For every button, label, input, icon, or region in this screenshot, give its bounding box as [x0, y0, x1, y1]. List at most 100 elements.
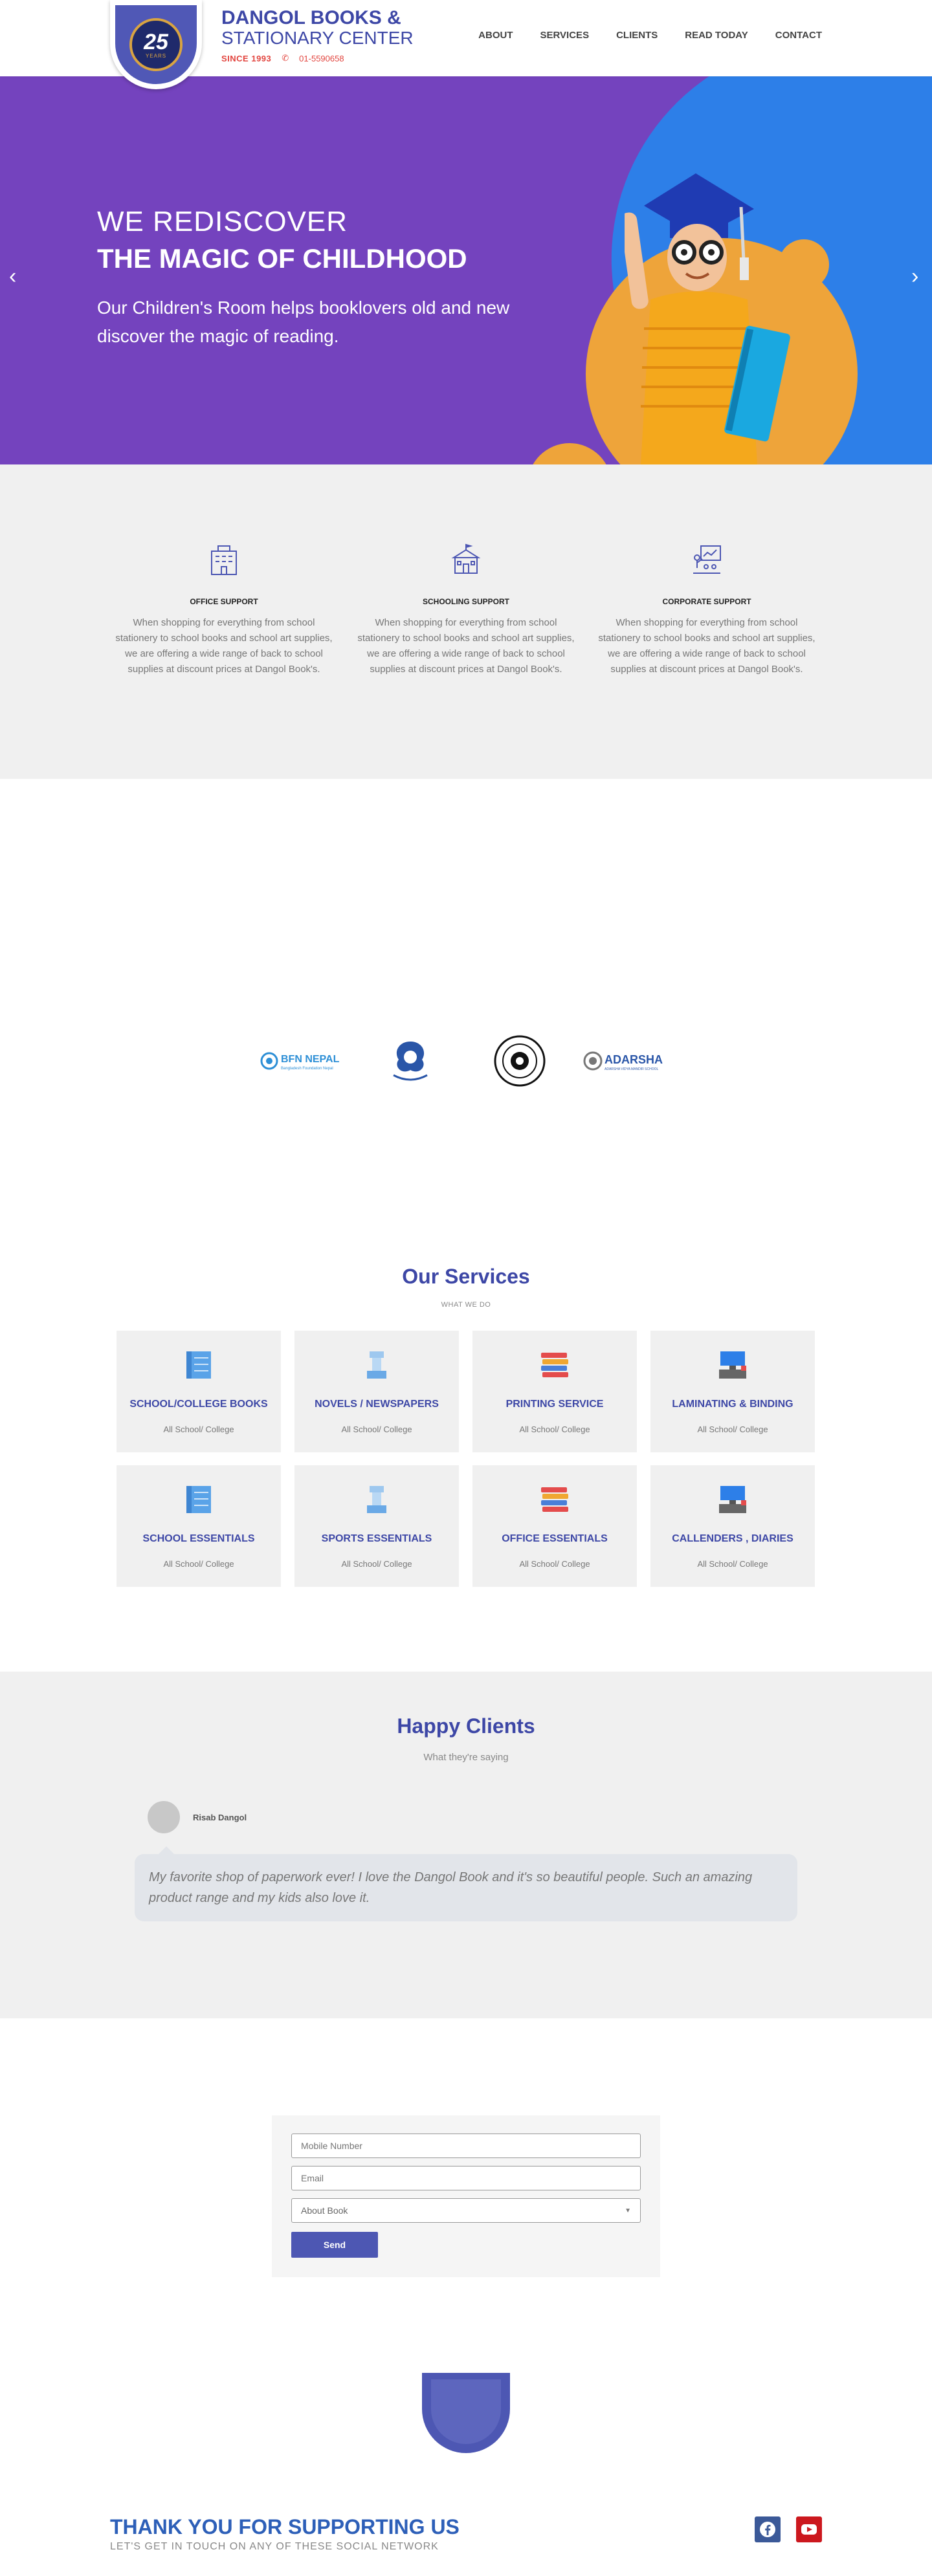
clients-subtitle: What they're saying [423, 1752, 509, 1763]
slider-next-icon[interactable]: › [911, 264, 918, 289]
service-card[interactable]: SCHOOL/COLLEGE BOOKS All School/ College [116, 1331, 281, 1452]
hero-orange-bottom [527, 443, 612, 464]
client-name: Risab Dangol [193, 1813, 247, 1822]
since-label: SINCE 1993 [221, 53, 272, 63]
service-text: All School/ College [341, 1424, 412, 1434]
facebook-button[interactable] [755, 2516, 781, 2542]
footer-shield-inner [431, 2379, 501, 2444]
partner-name: ADARSHA [605, 1053, 663, 1066]
chevron-down-icon: ▼ [625, 2207, 631, 2214]
chess-rook-icon [367, 1351, 386, 1379]
service-card[interactable]: SCHOOL ESSENTIALS All School/ College [116, 1465, 281, 1587]
logo[interactable]: 25 YEARS [110, 0, 202, 89]
computer-desk-icon [719, 1351, 746, 1379]
service-card[interactable]: PRINTING SERVICE All School/ College [472, 1331, 637, 1452]
book-stack-icon [186, 1486, 211, 1513]
feature-office-support: OFFICE SUPPORT When shopping for everyth… [114, 542, 334, 677]
feature-title: CORPORATE SUPPORT [662, 597, 751, 606]
partner-emblem-icon [393, 1042, 428, 1081]
avatar [148, 1801, 180, 1833]
service-text: All School/ College [519, 1424, 590, 1434]
service-text: All School/ College [697, 1424, 768, 1434]
nav-services[interactable]: SERVICES [540, 30, 589, 41]
color-books-icon [541, 1487, 568, 1512]
service-title: SCHOOL ESSENTIALS [142, 1533, 255, 1544]
brand: DANGOL BOOKS & STATIONARY CENTER SINCE 1… [221, 8, 414, 63]
nav-clients[interactable]: CLIENTS [616, 30, 658, 41]
feature-corporate-support: CORPORATE SUPPORT When shopping for ever… [597, 542, 817, 677]
hero-heading-line1: WE REDISCOVER [97, 206, 348, 237]
send-button[interactable]: Send [291, 2232, 378, 2258]
support-section: OFFICE SUPPORT When shopping for everyth… [0, 464, 932, 779]
service-text: All School/ College [163, 1559, 234, 1569]
logo-caption: YEARS [145, 52, 167, 59]
about-select[interactable]: About Book ▼ [291, 2198, 641, 2223]
partner-logo-3[interactable] [491, 1035, 549, 1087]
service-title: SCHOOL/COLLEGE BOOKS [129, 1399, 268, 1410]
services-subtitle: WHAT WE DO [441, 1301, 491, 1309]
partner-logo-bfn[interactable]: BFN NEPAL Bangladesh Foundation Nepal [259, 1035, 350, 1087]
phone-icon: ✆ [282, 53, 289, 63]
partner-logo-2[interactable] [384, 1035, 436, 1087]
partner-seal-icon [494, 1035, 546, 1087]
partner-logo-adarsha[interactable]: ADARSHA ADARSHA VIDYA MANDIR SCHOOL [582, 1035, 673, 1087]
nav-read-today[interactable]: READ TODAY [685, 30, 748, 41]
testimonial-quote: My favorite shop of paperwork ever! I lo… [135, 1854, 797, 1921]
bfn-logo-icon: BFN NEPAL Bangladesh Foundation Nepal [260, 1052, 340, 1071]
nav-contact[interactable]: CONTACT [775, 30, 822, 41]
adarsha-logo-icon: ADARSHA ADARSHA VIDYA MANDIR SCHOOL [583, 1051, 663, 1071]
service-title: NOVELS / NEWSPAPERS [315, 1399, 439, 1410]
chess-rook-icon [367, 1486, 386, 1513]
services-title: Our Services [402, 1265, 530, 1288]
hero-description: Our Children's Room helps booklovers old… [97, 298, 510, 346]
slider-prev-icon[interactable]: ‹ [9, 264, 16, 289]
footer-title: THANK YOU FOR SUPPORTING US [110, 2515, 460, 2538]
feature-title: OFFICE SUPPORT [190, 597, 258, 606]
footer-subtitle: LET'S GET IN TOUCH ON ANY OF THESE SOCIA… [110, 2541, 439, 2552]
facebook-icon [760, 2522, 775, 2537]
brand-title: DANGOL BOOKS & [221, 7, 401, 28]
presentation-board-icon [693, 545, 721, 574]
service-title: PRINTING SERVICE [505, 1399, 604, 1410]
service-text: All School/ College [163, 1424, 234, 1434]
service-title: SPORTS ESSENTIALS [321, 1533, 432, 1544]
service-card[interactable]: NOVELS / NEWSPAPERS All School/ College [294, 1331, 459, 1452]
logo-badge: 25 YEARS [129, 18, 183, 71]
service-text: All School/ College [519, 1559, 590, 1569]
footer-logo-shield [422, 2373, 510, 2453]
partner-tag: Bangladesh Foundation Nepal [281, 1067, 333, 1071]
partner-tag: ADARSHA VIDYA MANDIR SCHOOL [605, 1067, 658, 1071]
service-text: All School/ College [697, 1559, 768, 1569]
office-building-icon [211, 545, 237, 575]
main-nav: ABOUT SERVICES CLIENTS READ TODAY CONTAC… [478, 30, 822, 41]
feature-text: When shopping for everything from school… [115, 617, 333, 675]
clients-section: Happy Clients What they're saying Risab … [0, 1672, 932, 2018]
youtube-button[interactable] [796, 2516, 822, 2542]
email-input[interactable] [291, 2166, 641, 2190]
service-card[interactable]: CALLENDERS , DIARIES All School/ College [650, 1465, 815, 1587]
hero-child-image [625, 173, 790, 464]
hero-text: WE REDISCOVER THE MAGIC OF CHILDHOOD Our… [97, 206, 537, 351]
partner-logos: BFN NEPAL Bangladesh Foundation Nepal AD… [0, 1035, 932, 1087]
mobile-number-input[interactable] [291, 2134, 641, 2158]
service-title: CALLENDERS , DIARIES [672, 1533, 793, 1544]
hero-slider: WE REDISCOVER THE MAGIC OF CHILDHOOD Our… [0, 76, 932, 464]
computer-desk-icon [719, 1486, 746, 1513]
quote-tip [159, 1846, 174, 1854]
service-card[interactable]: SPORTS ESSENTIALS All School/ College [294, 1465, 459, 1587]
feature-text: When shopping for everything from school… [598, 617, 816, 675]
youtube-icon [801, 2524, 817, 2535]
site-header: 25 YEARS DANGOL BOOKS & STATIONARY CENTE… [0, 0, 932, 89]
phone-number[interactable]: 01-5590658 [299, 54, 344, 63]
nav-about[interactable]: ABOUT [478, 30, 513, 41]
service-card[interactable]: LAMINATING & BINDING All School/ College [650, 1331, 815, 1452]
clients-title: Happy Clients [397, 1714, 535, 1738]
service-title: LAMINATING & BINDING [672, 1399, 793, 1410]
brand-meta: SINCE 1993 ✆ 01-5590658 [221, 53, 414, 63]
service-card[interactable]: OFFICE ESSENTIALS All School/ College [472, 1465, 637, 1587]
feature-title: SCHOOLING SUPPORT [422, 597, 509, 606]
book-stack-icon [186, 1351, 211, 1379]
feature-schooling-support: SCHOOLING SUPPORT When shopping for ever… [356, 542, 576, 677]
logo-number: 25 [144, 29, 168, 54]
service-text: All School/ College [341, 1559, 412, 1569]
